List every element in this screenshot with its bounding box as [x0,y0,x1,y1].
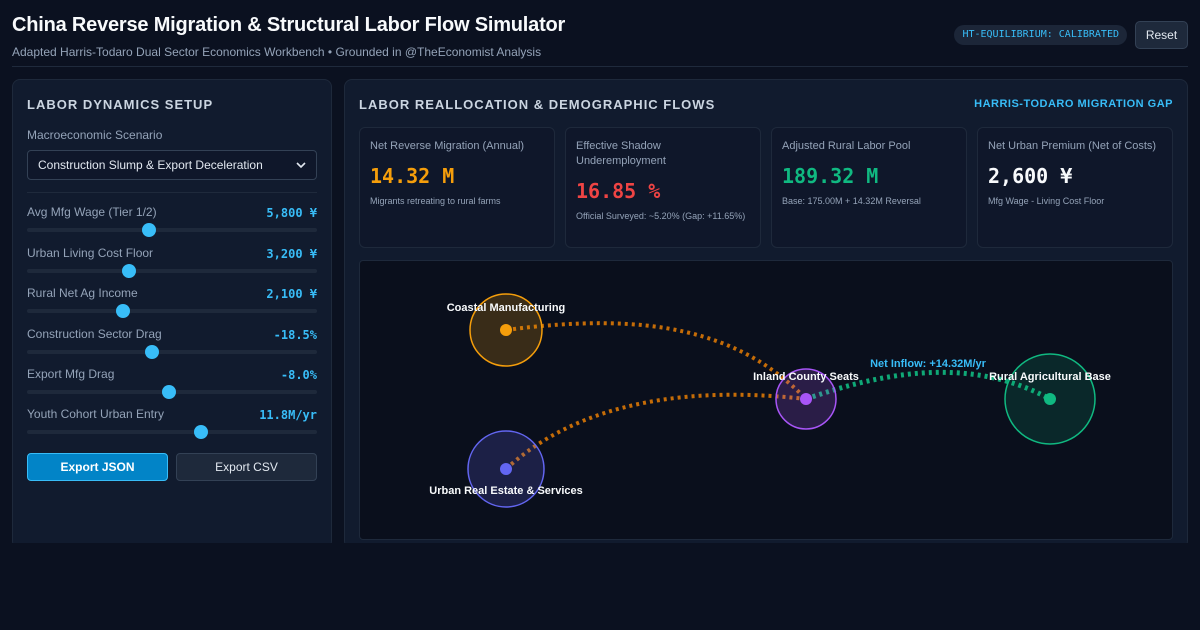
slider-label: Urban Living Cost Floor [27,246,154,260]
slider-value: 2,100 ¥ [266,287,317,301]
card-label: Net Reverse Migration (Annual) [370,140,525,152]
card-label: Adjusted Rural Labor Pool [782,140,911,152]
export-json-button[interactable]: Export JSON [27,453,168,481]
card-subtext: Base: 175.00M + 14.32M Reversal [782,196,921,206]
setup-panel-title: LABOR DYNAMICS SETUP [27,97,214,112]
flows-panel-title: LABOR REALLOCATION & DEMOGRAPHIC FLOWS [359,97,716,112]
metric-card-net-urban-premium: Net Urban Premium (Net of Costs) 2,600 ¥… [977,127,1173,248]
metric-card-rural-labor-pool: Adjusted Rural Labor Pool 189.32 M Base:… [771,127,967,248]
slider-value: 11.8M/yr [259,408,317,422]
slider-track[interactable] [27,304,317,318]
metric-card-shadow-underemployment: Effective Shadow Underemployment 16.85 %… [565,127,761,248]
slider-track[interactable] [27,264,317,278]
coastal-node-dot[interactable] [500,324,512,336]
slider-value: -8.0% [280,368,317,382]
slider-label: Rural Net Ag Income [27,286,138,300]
slider-thumb[interactable] [121,264,136,278]
slider-value: 5,800 ¥ [266,206,317,220]
slider-thumb[interactable] [141,223,156,237]
slider-track[interactable] [27,425,317,439]
slider-avg-mfg-wage: Avg Mfg Wage (Tier 1/2) 5,800 ¥ [27,205,317,241]
flow-diagram-canvas: Coastal Manufacturing Urban Real Estate … [429,293,1111,508]
scenario-selected-value: Construction Slump & Export Deceleration [38,158,263,172]
slider-export-mfg-drag: Export Mfg Drag -8.0% [27,367,317,403]
rural-node-label: Rural Agricultural Base [989,371,1111,383]
slider-thumb[interactable] [144,345,159,359]
rural-node-dot[interactable] [1044,393,1056,405]
page-footer-area [0,543,1200,630]
card-label: Effective Shadow Underemployment [576,140,666,167]
slider-value: -18.5% [273,328,317,342]
flow-path-coastal-to-inland [505,321,808,401]
slider-track[interactable] [27,385,317,399]
card-value: 2,600 ¥ [988,164,1073,188]
urban-node-dot[interactable] [500,463,512,475]
chevron-down-icon [296,162,306,169]
slider-label: Youth Cohort Urban Entry [27,407,164,421]
labor-dynamics-setup-panel: LABOR DYNAMICS SETUP Macroeconomic Scena… [12,79,332,549]
reset-button[interactable]: Reset [1135,21,1188,49]
slider-value: 3,200 ¥ [266,247,317,261]
urban-node-label: Urban Real Estate & Services [429,485,582,497]
slider-label: Construction Sector Drag [27,327,162,341]
slider-thumb[interactable] [194,425,208,439]
slider-urban-living-cost: Urban Living Cost Floor 3,200 ¥ [27,246,317,282]
slider-rural-net-ag-income: Rural Net Ag Income 2,100 ¥ [27,286,317,322]
equilibrium-status-badge: HT-EQUILIBRIUM: CALIBRATED [954,25,1127,45]
metric-card-net-reverse-migration: Net Reverse Migration (Annual) 14.32 M M… [359,127,555,248]
card-value: 189.32 M [782,164,879,188]
slider-label: Export Mfg Drag [27,367,115,381]
migration-gap-label: HARRIS-TODARO MIGRATION GAP [974,98,1173,110]
slider-thumb[interactable] [162,385,177,399]
slider-youth-cohort-entry: Youth Cohort Urban Entry 11.8M/yr [27,407,317,443]
coastal-node-label: Coastal Manufacturing [447,302,566,314]
page-subtitle: Adapted Harris-Todaro Dual Sector Econom… [12,45,542,59]
card-subtext: Mfg Wage - Living Cost Floor [988,196,1105,206]
inland-node-dot[interactable] [800,393,812,405]
slider-track[interactable] [27,345,317,359]
export-csv-button[interactable]: Export CSV [176,453,317,481]
flow-diagram: Coastal Manufacturing Urban Real Estate … [359,260,1173,540]
flow-path-urban-to-inland [504,392,807,471]
slider-thumb[interactable] [115,304,130,318]
slider-construction-drag: Construction Sector Drag -18.5% [27,327,317,363]
labor-flows-panel: LABOR REALLOCATION & DEMOGRAPHIC FLOWS H… [344,79,1188,549]
slider-track[interactable] [27,223,317,237]
card-value: 14.32 M [370,164,455,188]
slider-label: Avg Mfg Wage (Tier 1/2) [27,205,157,219]
card-value: 16.85 % [576,179,661,203]
card-subtext: Official Surveyed: ~5.20% (Gap: +11.65%) [576,211,746,221]
divider [27,192,317,193]
scenario-label: Macroeconomic Scenario [27,128,163,142]
scenario-select[interactable]: Construction Slump & Export Deceleration [27,150,317,180]
card-label: Net Urban Premium (Net of Costs) [988,140,1157,152]
card-subtext: Migrants retreating to rural farms [370,196,501,206]
net-inflow-label: Net Inflow: +14.32M/yr [870,358,987,370]
app-header: China Reverse Migration & Structural Lab… [12,14,1188,67]
inland-node-label: Inland County Seats [753,371,859,383]
